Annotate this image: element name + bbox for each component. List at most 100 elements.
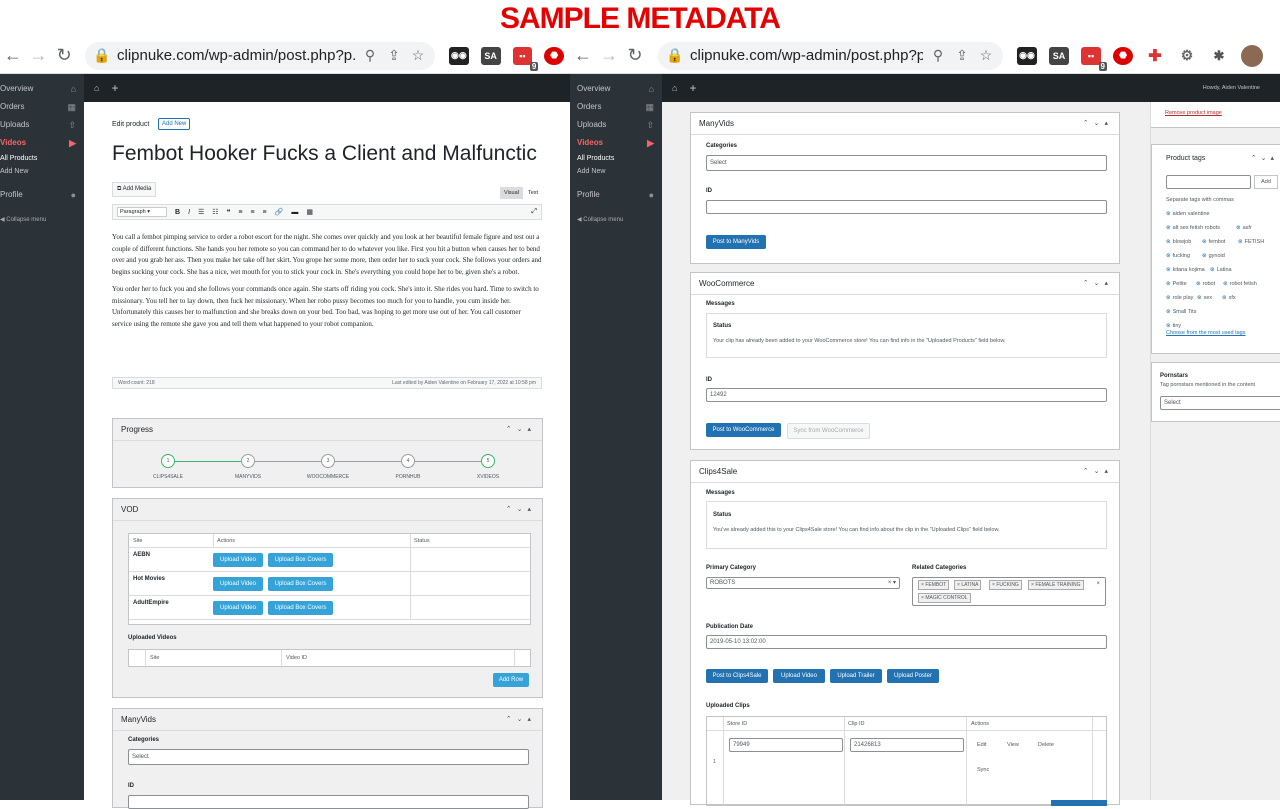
reload-icon[interactable]: ↻ (622, 45, 648, 66)
box-controls[interactable]: ⌃⌄▴ (1083, 113, 1113, 135)
toolbar-toggle-icon[interactable]: ▦ (306, 208, 313, 216)
quote-icon[interactable]: ❝ (227, 208, 231, 216)
sidebar-item-overview[interactable]: Overview ⌂ (0, 80, 84, 98)
upload-video-button[interactable]: Upload Video (213, 577, 263, 591)
extension-chat-icon[interactable]: ▪▪ 9 (512, 46, 539, 71)
link-icon[interactable]: 🔗 (275, 208, 284, 216)
upload-video-button[interactable]: Upload Video (213, 553, 263, 567)
publication-date-input[interactable]: 2019-05-10 13:02:00 (706, 635, 1107, 649)
add-new-button[interactable]: Add New (158, 118, 191, 130)
remove-tag-icon[interactable]: ⊗ (1166, 211, 1171, 217)
share-icon[interactable]: ⇪ (385, 47, 403, 64)
reload-icon[interactable]: ↻ (51, 45, 77, 66)
pornstars-select[interactable]: Select (1160, 396, 1280, 410)
remove-tag-icon[interactable]: ⊗ (1196, 281, 1201, 287)
extension-sa-icon[interactable]: SA (480, 46, 501, 65)
extension-glasses-icon[interactable]: ◉◉ (1017, 46, 1037, 65)
box-controls[interactable]: ⌃⌄▴ (1251, 154, 1278, 162)
extension-stop-icon[interactable]: ⬣ (1113, 46, 1133, 65)
box-controls[interactable]: ⌃⌄▴ (1083, 461, 1113, 483)
collapse-menu[interactable]: ◀ Collapse menu (0, 216, 84, 223)
add-row-button[interactable]: Add Row (493, 673, 529, 687)
format-select[interactable]: Paragraph ▾ (117, 207, 167, 217)
remove-tag-icon[interactable]: ⊗ (1238, 239, 1243, 245)
address-bar[interactable]: 🔒 clipnuke.com/wp-admin/post.php?p... ⚲ … (85, 41, 436, 70)
tab-visual[interactable]: Visual (500, 187, 523, 199)
box-controls[interactable]: ⌃⌄▴ (506, 499, 536, 521)
clear-icon[interactable]: × (1096, 578, 1100, 590)
url-text[interactable]: clipnuke.com/wp-admin/post.php?p... (690, 47, 923, 64)
manyvids-id-input[interactable] (128, 795, 529, 809)
zoom-icon[interactable]: ⚲ (361, 47, 379, 64)
extension-glasses-icon[interactable]: ◉◉ (449, 46, 469, 65)
remove-tag-icon[interactable]: ⊗ (1166, 239, 1171, 245)
sidebar-item-orders[interactable]: Orders ▦ (577, 98, 662, 116)
related-category-chip[interactable]: × LATINA (954, 580, 982, 590)
remove-tag-icon[interactable]: ⊗ (1166, 309, 1171, 315)
upload-video-button[interactable]: Upload Video (213, 601, 263, 615)
add-media-button[interactable]: ⧉ Add Media (112, 182, 157, 197)
remove-tag-icon[interactable]: ⊗ (1166, 225, 1171, 231)
sidebar-sub-add-new[interactable]: Add New (577, 165, 662, 178)
extension-cross-icon[interactable]: ✚ (1145, 46, 1165, 65)
settings-gear-icon[interactable]: ⚙ (1177, 46, 1197, 65)
sidebar-sub-all-products[interactable]: All Products (577, 152, 662, 165)
sidebar-item-uploads[interactable]: Uploads ⇧ (577, 116, 662, 134)
plus-icon[interactable]: + (689, 81, 696, 95)
forward-icon[interactable]: → (596, 45, 622, 66)
plus-icon[interactable]: + (111, 81, 118, 95)
upload-box-covers-button[interactable]: Upload Box Covers (268, 601, 333, 615)
sidebar-item-profile[interactable]: Profile ● (577, 186, 662, 204)
edit-link[interactable]: Edit (977, 742, 986, 748)
remove-tag-icon[interactable]: ⊗ (1166, 323, 1171, 329)
fullscreen-icon[interactable]: ⤢ (531, 208, 537, 216)
post-title-input[interactable]: Fembot Hooker Fucks a Client and Malfunc… (112, 142, 542, 166)
numbered-list-icon[interactable]: ☷ (212, 208, 218, 216)
sync-link[interactable]: Sync (977, 767, 989, 773)
sync-from-woocommerce-button[interactable]: Sync from WooCommerce (787, 423, 870, 439)
back-icon[interactable]: ← (0, 45, 26, 66)
zoom-icon[interactable]: ⚲ (929, 47, 947, 64)
most-used-tags-link[interactable]: Choose from the most used tags (1166, 330, 1245, 336)
upload-trailer-button[interactable]: Upload Trailer (830, 669, 882, 683)
store-id-input[interactable]: 79949 (729, 738, 843, 752)
related-category-chip[interactable]: × MAGIC CONTROL (918, 593, 971, 603)
sidebar-sub-add-new[interactable]: Add New (0, 165, 84, 178)
remove-tag-icon[interactable]: ⊗ (1166, 267, 1171, 273)
more-icon[interactable]: ▬ (291, 209, 298, 216)
url-text[interactable]: clipnuke.com/wp-admin/post.php?p... (117, 47, 355, 64)
remove-tag-icon[interactable]: ⊗ (1166, 295, 1171, 301)
sidebar-item-overview[interactable]: Overview ⌂ (577, 80, 662, 98)
sidebar-item-profile[interactable]: Profile ● (0, 186, 84, 204)
post-content[interactable]: You call a fembot pimping service to ord… (112, 232, 542, 331)
related-category-chip[interactable]: × FEMALE TRAINING (1028, 580, 1084, 590)
bold-icon[interactable]: B (175, 209, 180, 216)
remove-product-image-link[interactable]: Remove product image (1165, 110, 1222, 116)
remove-tag-icon[interactable]: ⊗ (1210, 267, 1215, 273)
home-icon[interactable]: ⌂ (672, 83, 677, 93)
related-categories-select[interactable]: × FEMBOT × LATINA × FUCKING × FEMALE TRAINI… (912, 577, 1106, 606)
remove-tag-icon[interactable]: ⊗ (1166, 281, 1171, 287)
remove-tag-icon[interactable]: ⊗ (1202, 253, 1207, 259)
remove-tag-icon[interactable]: ⊗ (1202, 239, 1207, 245)
upload-video-button[interactable]: Upload Video (773, 669, 825, 683)
remove-tag-icon[interactable]: ⊗ (1166, 253, 1171, 259)
align-left-icon[interactable]: ≡ (238, 209, 242, 216)
sidebar-item-videos[interactable]: Videos ▶ (577, 134, 662, 152)
post-to-woocommerce-button[interactable]: Post to WooCommerce (706, 423, 781, 437)
sidebar-item-videos[interactable]: Videos ▶ (0, 134, 84, 152)
address-bar[interactable]: 🔒 clipnuke.com/wp-admin/post.php?p... ⚲ … (658, 41, 1003, 70)
upload-poster-button[interactable]: Upload Poster (887, 669, 939, 683)
align-right-icon[interactable]: ≡ (263, 209, 267, 216)
share-icon[interactable]: ⇪ (953, 47, 971, 64)
box-controls[interactable]: ⌃⌄▴ (506, 419, 536, 441)
clear-and-dropdown-icon[interactable]: × ▾ (888, 578, 896, 588)
add-tag-button[interactable]: Add (1254, 175, 1278, 189)
categories-select[interactable]: Select (128, 749, 529, 765)
post-to-clips4sale-button[interactable]: Post to Clips4Sale (706, 669, 768, 683)
box-controls[interactable]: ⌃⌄▴ (1083, 273, 1113, 295)
delete-link[interactable]: Delete (1038, 742, 1054, 748)
clip-id-input[interactable]: 21426813 (850, 738, 964, 752)
collapse-menu[interactable]: ◀ Collapse menu (577, 216, 662, 223)
partial-button[interactable] (1051, 800, 1107, 806)
